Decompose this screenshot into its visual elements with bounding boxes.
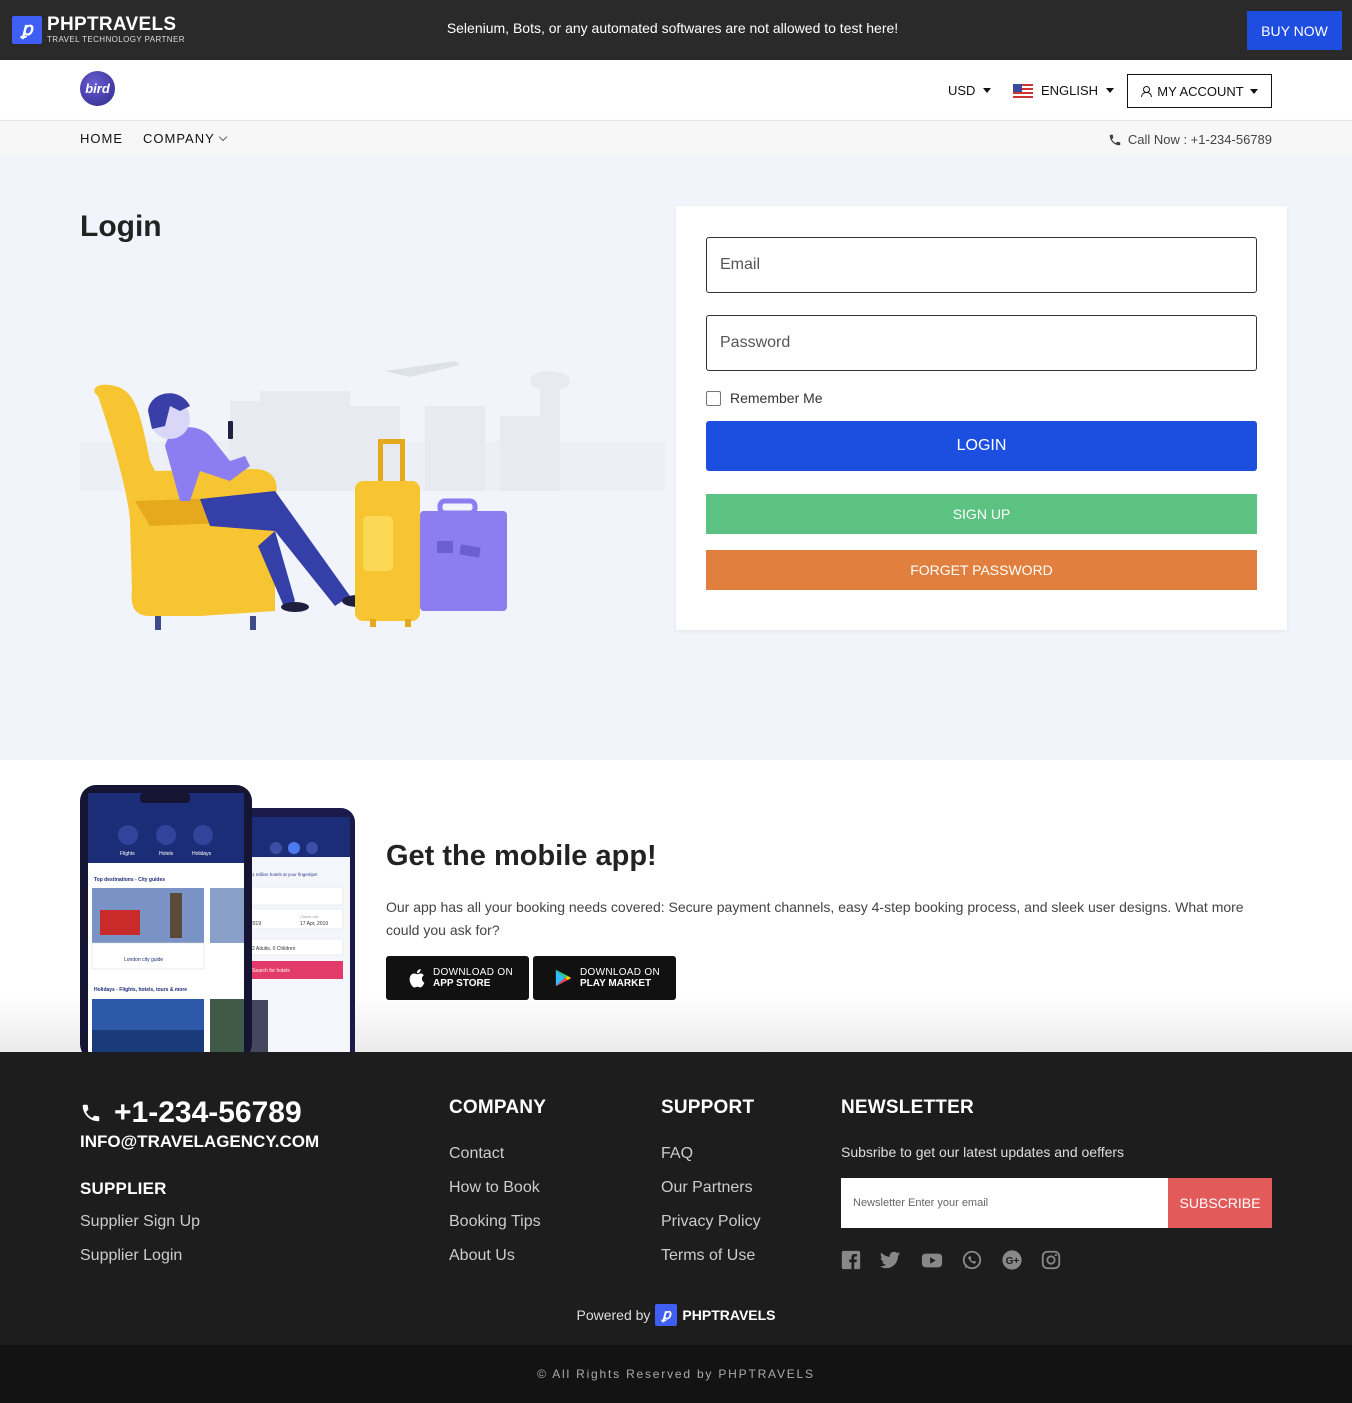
facebook-icon[interactable]: [840, 1249, 862, 1271]
my-account-label: MY ACCOUNT: [1157, 83, 1244, 99]
play-store-button[interactable]: DOWNLOAD ON PLAY MARKET: [533, 956, 676, 1000]
remember-me-label: Remember Me: [730, 390, 823, 406]
powered-by-label: Powered by: [576, 1307, 651, 1323]
login-section: Login Email Password Remember Me LOGIN S…: [0, 156, 1352, 760]
caret-down-icon: [983, 88, 992, 93]
app-store-line2: APP STORE: [433, 977, 491, 989]
our-partners-link[interactable]: Our Partners: [661, 1179, 753, 1197]
back-phone-search-button: Search for hotels: [252, 968, 290, 974]
supplier-login-link[interactable]: Supplier Login: [80, 1247, 182, 1265]
nav-company-label: COMPANY: [143, 131, 215, 146]
password-field[interactable]: Password: [706, 315, 1257, 371]
user-icon: [1141, 85, 1153, 97]
call-now[interactable]: Call Now : +1-234-56789: [1108, 132, 1272, 147]
google-play-icon: [555, 969, 572, 987]
powered-by-brand: PHPTRAVELS: [682, 1307, 776, 1323]
call-now-text: Call Now : +1-234-56789: [1127, 132, 1272, 147]
site-logo[interactable]: bird: [80, 71, 115, 106]
main-nav: HOME COMPANY Call Now : +1-234-56789: [0, 120, 1352, 156]
app-section-description: Our app has all your booking needs cover…: [386, 899, 1244, 938]
remember-me-checkbox[interactable]: [706, 390, 721, 406]
copyright: © All Rights Reserved by PHPTRAVELS: [0, 1345, 1352, 1403]
instagram-icon[interactable]: [1040, 1249, 1062, 1271]
front-phone-tab-holidays: Holidays: [192, 851, 212, 857]
app-section-title: Get the mobile app!: [386, 840, 657, 872]
powered-by[interactable]: Powered by ꝑ PHPTRAVELS: [0, 1304, 1352, 1326]
traveler-illustration: [80, 361, 665, 630]
footer-phone-number: +1-234-56789: [114, 1096, 302, 1129]
footer-email[interactable]: INFO@TRAVELAGENCY.COM: [80, 1132, 319, 1152]
top-bar: ꝑ PHPTRAVELS TRAVEL TECHNOLOGY PARTNER S…: [0, 0, 1352, 60]
app-store-button[interactable]: DOWNLOAD ON APP STORE: [386, 956, 529, 1000]
currency-dropdown[interactable]: USD: [948, 83, 992, 98]
my-account-button[interactable]: MY ACCOUNT: [1127, 74, 1272, 108]
google-plus-icon[interactable]: G+: [1001, 1249, 1023, 1271]
front-phone-tab-flights: Flights: [120, 851, 135, 857]
phone-icon: [1108, 133, 1122, 147]
youtube-icon[interactable]: [920, 1249, 944, 1271]
how-to-book-link[interactable]: How to Book: [449, 1179, 540, 1197]
whatsapp-icon[interactable]: [961, 1249, 983, 1271]
signup-button[interactable]: SIGN UP: [706, 494, 1257, 534]
play-store-line1: DOWNLOAD ON: [580, 966, 660, 978]
caret-down-icon: [1249, 88, 1258, 94]
language-label: ENGLISH: [1041, 83, 1099, 98]
email-field[interactable]: Email: [706, 237, 1257, 293]
supplier-heading: SUPPLIER: [80, 1179, 167, 1198]
apple-icon: [409, 969, 425, 988]
currency-label: USD: [948, 83, 976, 98]
back-phone-checkout-label: Check out: [300, 914, 319, 919]
phptravels-logo-icon: ꝑ: [655, 1304, 678, 1326]
brand-tagline: TRAVEL TECHNOLOGY PARTNER: [47, 35, 185, 44]
newsletter-heading: NEWSLETTER: [841, 1097, 974, 1118]
nav-company[interactable]: COMPANY: [143, 131, 228, 146]
booking-tips-link[interactable]: Booking Tips: [449, 1213, 541, 1231]
caret-down-icon: [1106, 88, 1115, 93]
terms-of-use-link[interactable]: Terms of Use: [661, 1247, 755, 1265]
back-phone-date2: 17 Apr, 2019: [300, 921, 328, 927]
chevron-down-icon: [218, 132, 228, 142]
company-heading: COMPANY: [449, 1097, 547, 1118]
newsletter-email-input[interactable]: Newsletter Enter your email: [841, 1178, 1168, 1228]
app-store-line1: DOWNLOAD ON: [433, 966, 513, 978]
site-footer: +1-234-56789 INFO@TRAVELAGENCY.COM SUPPL…: [0, 1052, 1352, 1345]
front-phone-tab-hotels: Hotels: [159, 851, 174, 857]
page-title: Login: [80, 210, 162, 243]
login-button[interactable]: LOGIN: [706, 421, 1257, 471]
contact-link[interactable]: Contact: [449, 1145, 504, 1163]
remember-me[interactable]: Remember Me: [706, 390, 823, 406]
buy-now-button[interactable]: BUY NOW: [1247, 11, 1342, 50]
front-phone-section2: Holidays - Flights, hotels, tours & more: [94, 987, 187, 993]
phone-icon: [82, 1104, 100, 1122]
mobile-app-section: 1 million hotels at your fingertips! 201…: [0, 760, 1352, 1052]
mobile-app-phones-image: 1 million hotels at your fingertips! 201…: [80, 785, 355, 1052]
back-phone-guests: 2 Adults, 0 Children: [252, 946, 296, 952]
back-phone-header: 1 million hotels at your fingertips!: [252, 872, 318, 877]
privacy-policy-link[interactable]: Privacy Policy: [661, 1213, 761, 1231]
site-header: bird USD ENGLISH MY ACCOUNT: [0, 60, 1352, 120]
front-phone-section1: Top destinations - City guides: [94, 877, 165, 883]
nav-home[interactable]: HOME: [80, 131, 123, 146]
supplier-signup-link[interactable]: Supplier Sign Up: [80, 1213, 200, 1231]
play-store-line2: PLAY MARKET: [580, 977, 652, 989]
footer-phone[interactable]: +1-234-56789: [80, 1096, 302, 1130]
subscribe-button[interactable]: SUBSCRIBE: [1168, 1178, 1272, 1228]
twitter-icon[interactable]: [879, 1249, 901, 1271]
login-form-card: Email Password Remember Me LOGIN SIGN UP…: [676, 206, 1287, 630]
language-dropdown[interactable]: ENGLISH: [1013, 83, 1115, 98]
support-heading: SUPPORT: [661, 1097, 755, 1118]
svg-text:G+: G+: [1006, 1256, 1020, 1267]
bot-warning-message: Selenium, Bots, or any automated softwar…: [446, 20, 899, 36]
forget-password-button[interactable]: FORGET PASSWORD: [706, 550, 1257, 590]
about-us-link[interactable]: About Us: [449, 1247, 515, 1265]
us-flag-icon: [1013, 83, 1033, 98]
newsletter-description: Subsribe to get our latest updates and o…: [841, 1144, 1125, 1160]
front-phone-card1: London city guide: [124, 957, 163, 963]
faq-link[interactable]: FAQ: [661, 1145, 693, 1163]
